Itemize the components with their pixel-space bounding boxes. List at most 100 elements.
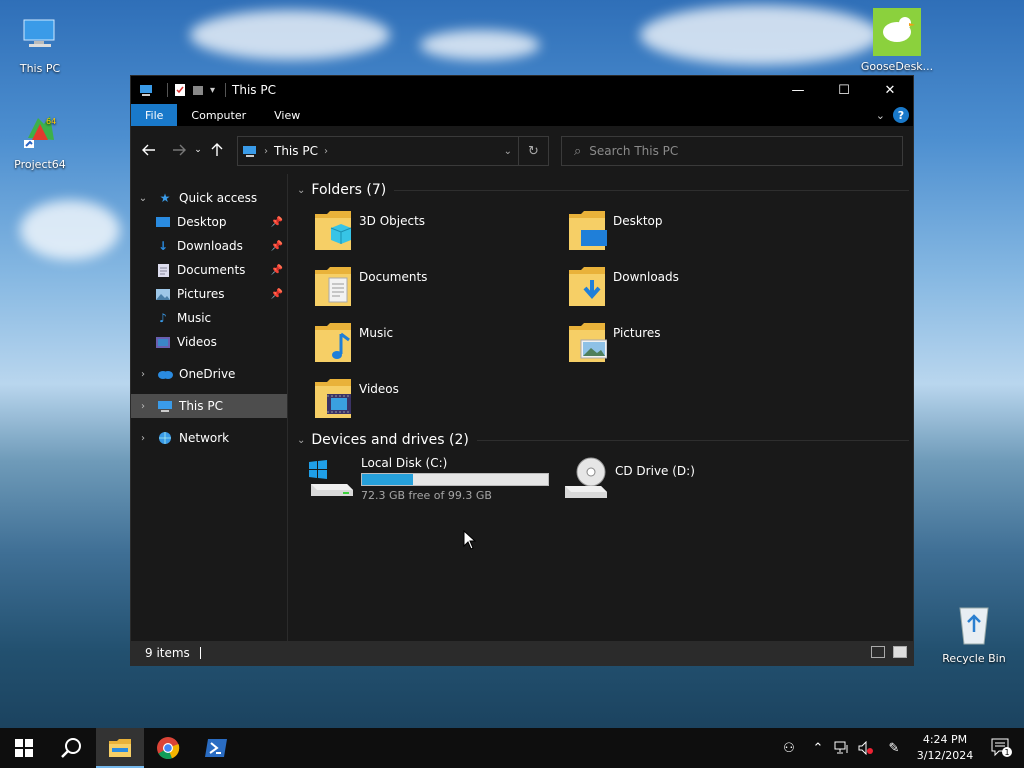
volume-muted-icon[interactable] — [854, 728, 878, 768]
chevron-right-icon[interactable]: › — [137, 369, 149, 380]
sidebar-item-videos[interactable]: Videos — [131, 330, 287, 354]
properties-icon[interactable] — [174, 83, 186, 97]
computer-icon — [16, 10, 64, 58]
chevron-down-icon[interactable]: ⌄ — [297, 185, 305, 196]
folder-pictures[interactable]: Pictures — [543, 318, 783, 370]
folders-group-header[interactable]: ⌄ Folders (7) — [289, 178, 913, 202]
show-hidden-icons-icon[interactable]: ⌃ — [806, 728, 830, 768]
navigation-bar: ⌄ › This PC › ⌄ ↻ ⌕ — [131, 126, 913, 174]
picture-icon — [155, 286, 171, 302]
sidebar-item-quick-access[interactable]: ⌄ ★ Quick access — [131, 186, 287, 210]
new-folder-icon[interactable] — [192, 83, 204, 97]
sidebar-item-label: Quick access — [179, 191, 258, 205]
folder-videos[interactable]: Videos — [289, 374, 529, 426]
system-tray: ⚇ ⌃ ✎ 4:24 PM 3/12/2024 1 — [772, 728, 1024, 768]
title-bar[interactable]: ▾ This PC — ☐ ✕ — [131, 76, 913, 104]
address-path[interactable]: This PC — [274, 144, 318, 158]
large-icons-view-button[interactable] — [893, 646, 907, 658]
desktop-icon-this-pc[interactable]: This PC — [0, 10, 80, 75]
expand-ribbon-icon[interactable]: ⌄ — [876, 109, 885, 122]
pen-workspace-icon[interactable]: ✎ — [878, 728, 910, 768]
search-taskbar-button[interactable] — [48, 728, 96, 768]
folder-music[interactable]: Music — [289, 318, 529, 370]
customize-quick-access-icon[interactable]: ▾ — [210, 85, 215, 96]
desktop-icon-label: Project64 — [14, 158, 66, 171]
pin-icon[interactable]: 📌 — [271, 217, 283, 228]
drive-name: CD Drive (D:) — [615, 464, 695, 478]
up-button[interactable] — [205, 138, 229, 162]
network-tray-icon[interactable] — [830, 728, 854, 768]
sidebar-item-downloads[interactable]: ↓ Downloads 📌 — [131, 234, 287, 258]
sidebar-item-this-pc[interactable]: › This PC — [131, 394, 287, 418]
drives-group-header[interactable]: ⌄ Devices and drives (2) — [289, 428, 913, 452]
drive-usage-bar — [361, 473, 549, 486]
chevron-right-icon[interactable]: › — [137, 401, 149, 412]
group-divider — [476, 439, 909, 441]
folder-documents[interactable]: Documents — [289, 262, 529, 314]
help-button[interactable]: ? — [893, 107, 909, 123]
taskbar-chrome[interactable] — [144, 728, 192, 768]
action-center-button[interactable]: 1 — [980, 728, 1024, 768]
cloud-icon — [157, 366, 173, 382]
address-bar[interactable]: › This PC › ⌄ ↻ — [237, 136, 549, 166]
tab-view[interactable]: View — [260, 104, 314, 126]
this-pc-icon — [243, 146, 256, 157]
chevron-right-icon[interactable]: › — [137, 433, 149, 444]
sidebar-item-documents[interactable]: Documents 📌 — [131, 258, 287, 282]
search-box[interactable]: ⌕ — [561, 136, 903, 166]
sidebar-item-music[interactable]: ♪ Music — [131, 306, 287, 330]
desktop-icon-label: This PC — [19, 62, 61, 75]
chevron-down-icon[interactable]: ⌄ — [297, 435, 305, 446]
folder-label: Documents — [359, 270, 428, 284]
details-view-button[interactable] — [871, 646, 885, 658]
desktop-icon-project64[interactable]: 64 Project64 — [0, 106, 80, 171]
drive-local-disk-c[interactable]: Local Disk (C:) 72.3 GB free of 99.3 GB — [307, 454, 549, 502]
refresh-button[interactable]: ↻ — [518, 137, 548, 165]
drive-usage-fill — [362, 474, 413, 485]
folder-desktop[interactable]: Desktop — [543, 206, 783, 258]
taskbar-file-explorer[interactable] — [96, 728, 144, 768]
cloud — [420, 30, 540, 60]
notification-count: 1 — [1005, 748, 1010, 757]
svg-text:64: 64 — [46, 117, 56, 126]
hard-drive-icon — [307, 454, 355, 502]
desktop-icon-goosedesktop[interactable]: GooseDesk... — [857, 8, 937, 73]
maximize-button[interactable]: ☐ — [821, 76, 867, 104]
title-separator — [167, 83, 168, 97]
sidebar-item-onedrive[interactable]: › OneDrive — [131, 362, 287, 386]
desktop-icon-recycle-bin[interactable]: Recycle Bin — [934, 600, 1014, 665]
close-button[interactable]: ✕ — [867, 76, 913, 104]
arrow-right-icon — [173, 144, 186, 156]
folder-downloads[interactable]: Downloads — [543, 262, 783, 314]
chevron-down-icon[interactable]: ⌄ — [137, 193, 149, 204]
sidebar-item-label: This PC — [179, 399, 223, 413]
recent-locations-button[interactable]: ⌄ — [191, 138, 205, 162]
sidebar-item-network[interactable]: › Network — [131, 426, 287, 450]
sidebar-item-pictures[interactable]: Pictures 📌 — [131, 282, 287, 306]
tab-computer[interactable]: Computer — [177, 104, 260, 126]
back-button[interactable] — [137, 138, 161, 162]
chevron-right-icon[interactable]: › — [324, 146, 328, 157]
network-icon — [157, 430, 173, 446]
clock[interactable]: 4:24 PM 3/12/2024 — [910, 732, 980, 764]
tab-file[interactable]: File — [131, 104, 178, 126]
pin-icon[interactable]: 📌 — [271, 289, 283, 300]
chevron-right-icon[interactable]: › — [264, 146, 268, 157]
pin-icon[interactable]: 📌 — [271, 265, 283, 276]
address-history-icon[interactable]: ⌄ — [504, 146, 512, 157]
pin-icon[interactable]: 📌 — [271, 241, 283, 252]
start-button[interactable] — [0, 728, 48, 768]
taskbar-powershell[interactable] — [192, 728, 240, 768]
title-separator — [225, 83, 227, 97]
sidebar-item-desktop[interactable]: Desktop 📌 — [131, 210, 287, 234]
people-icon[interactable]: ⚇ — [772, 728, 806, 768]
chrome-icon — [157, 737, 180, 760]
minimize-button[interactable]: — — [775, 76, 821, 104]
cloud — [640, 5, 880, 65]
pictures-folder-icon — [567, 318, 608, 366]
folder-3d-objects[interactable]: 3D Objects — [289, 206, 529, 258]
search-input[interactable] — [589, 144, 870, 158]
forward-button[interactable] — [167, 138, 191, 162]
drive-cd-d[interactable]: CD Drive (D:) — [561, 454, 695, 502]
